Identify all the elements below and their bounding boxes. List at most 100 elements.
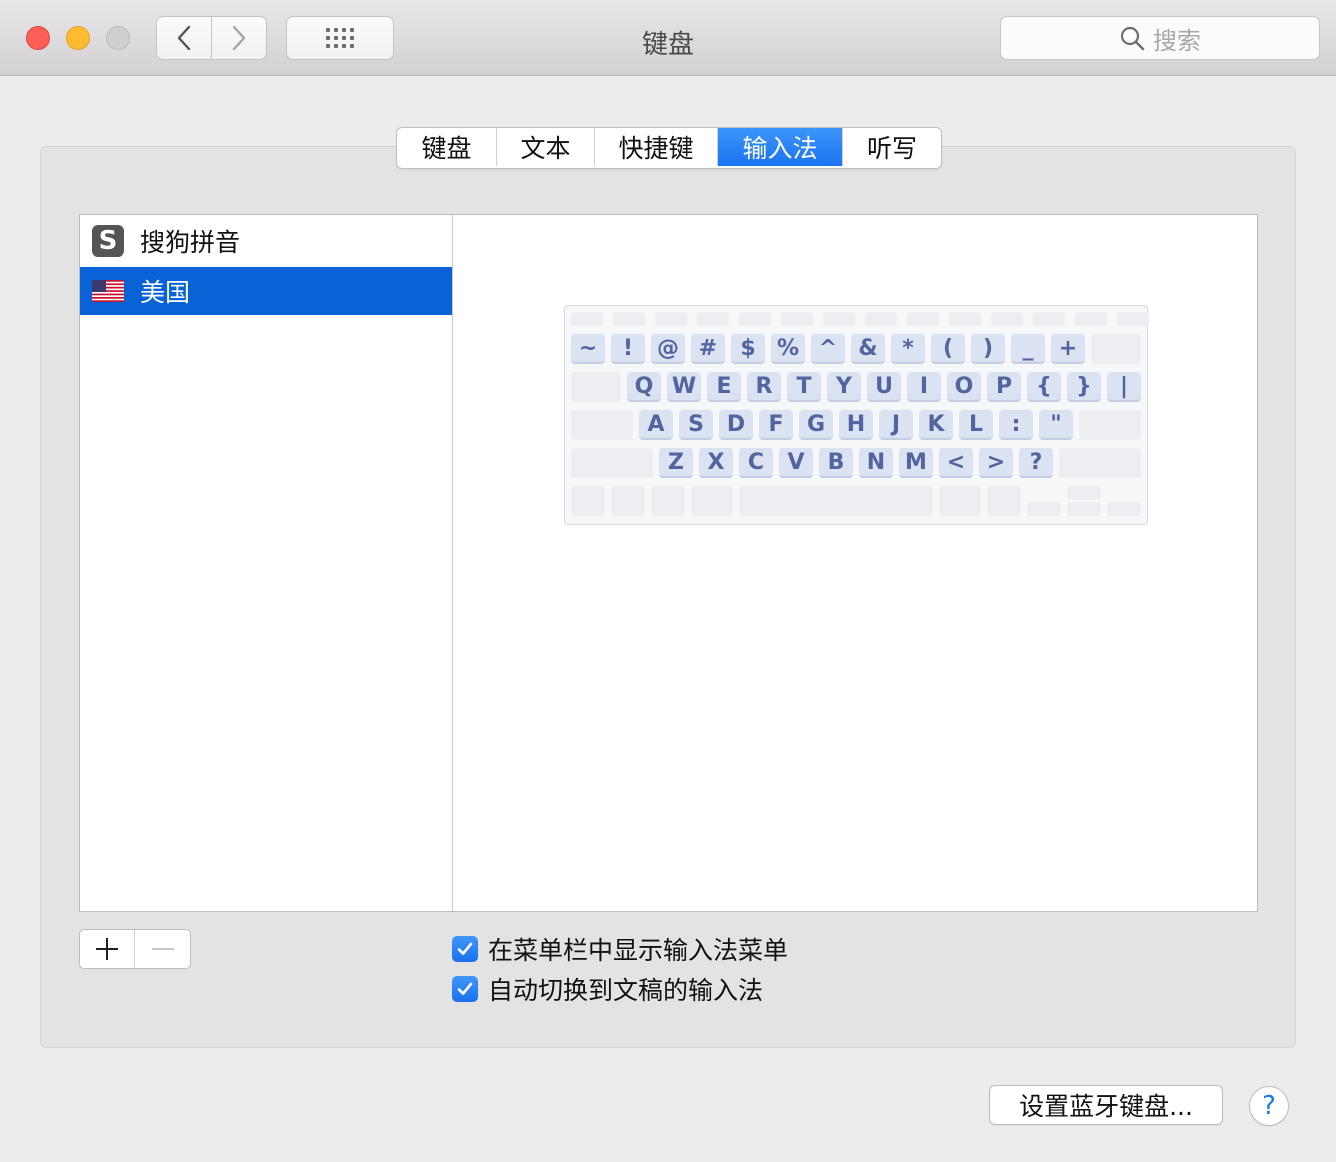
checkmark-icon <box>457 942 473 955</box>
keyboard-key: _ <box>1011 334 1045 364</box>
keyboard-key: U <box>867 372 901 402</box>
help-button[interactable]: ? <box>1249 1086 1289 1126</box>
auto-switch-checkbox[interactable] <box>452 976 478 1002</box>
input-sources-box: S 搜狗拼音 美国 ~! @ # $% ^ & *() _ + Q W E R T Y U I O P{} | <box>79 214 1258 912</box>
keyboard-key: L <box>959 410 993 440</box>
keyboard-key: O <box>947 372 981 402</box>
keyboard-function-key <box>781 312 813 326</box>
keyboard-key-blank <box>571 372 621 402</box>
keyboard-key-blank <box>1091 334 1141 364</box>
input-source-item-us[interactable]: 美国 <box>80 267 452 315</box>
keyboard-key-blank <box>611 486 645 516</box>
keyboard-key: $ <box>731 334 765 364</box>
tab-text[interactable]: 文本 <box>497 128 595 166</box>
keyboard-key: B <box>819 448 853 478</box>
keyboard-function-key <box>613 312 645 326</box>
remove-input-source-button[interactable] <box>135 930 190 968</box>
keyboard-key-blank <box>939 486 981 516</box>
input-source-label: 美国 <box>140 278 191 307</box>
input-source-list: S 搜狗拼音 美国 <box>80 215 453 911</box>
keyboard-key: W <box>667 372 701 402</box>
keyboard-arrow-key <box>1107 502 1141 516</box>
keyboard-key: P <box>987 372 1021 402</box>
keyboard-key: I <box>907 372 941 402</box>
keyboard-function-key <box>1033 312 1065 326</box>
keyboard-key: G <box>799 410 833 440</box>
keyboard-key: Q <box>627 372 661 402</box>
keyboard-function-key <box>823 312 855 326</box>
keyboard-arrow-key <box>1067 486 1101 500</box>
keyboard-key: Z <box>659 448 693 478</box>
input-source-label: 搜狗拼音 <box>140 228 241 257</box>
keyboard-key-blank <box>651 486 685 516</box>
tab-bar: 键盘 文本 快捷键 输入法 听写 <box>396 127 942 169</box>
sogou-icon: S <box>92 225 124 257</box>
keyboard-function-key <box>865 312 897 326</box>
search-placeholder: 搜索 <box>1153 26 1201 55</box>
keyboard-key: M <box>899 448 933 478</box>
keyboard-key: } <box>1067 372 1101 402</box>
show-input-menu-checkbox[interactable] <box>452 936 478 962</box>
keyboard-arrow-key <box>1067 502 1101 516</box>
keyboard-key-blank <box>691 486 733 516</box>
keyboard-function-key <box>739 312 771 326</box>
show-input-menu-label: 在菜单栏中显示输入法菜单 <box>488 936 789 965</box>
show-input-menu-option[interactable]: 在菜单栏中显示输入法菜单 <box>452 934 789 965</box>
keyboard-key: @ <box>651 334 685 364</box>
keyboard-key: E <box>707 372 741 402</box>
keyboard-key-blank <box>1079 410 1141 440</box>
keyboard-key: : <box>999 410 1033 440</box>
search-icon <box>1120 26 1145 51</box>
keyboard-function-key <box>655 312 687 326</box>
input-source-item-sogou[interactable]: S 搜狗拼音 <box>80 217 452 265</box>
keyboard-key: ~ <box>571 334 605 364</box>
setup-bluetooth-keyboard-button[interactable]: 设置蓝牙键盘... <box>989 1085 1223 1125</box>
keyboard-function-key <box>1117 312 1149 326</box>
keyboard-key: # <box>691 334 725 364</box>
keyboard-key: T <box>787 372 821 402</box>
keyboard-key: ( <box>931 334 965 364</box>
keyboard-key: ? <box>1019 448 1053 478</box>
tab-dictation[interactable]: 听写 <box>843 128 941 166</box>
keyboard-key: Y <box>827 372 861 402</box>
tab-shortcuts[interactable]: 快捷键 <box>595 128 718 166</box>
keyboard-key: J <box>879 410 913 440</box>
keyboard-key-blank <box>987 486 1021 516</box>
add-input-source-button[interactable] <box>80 930 136 968</box>
keyboard-key: { <box>1027 372 1061 402</box>
keyboard-key: > <box>979 448 1013 478</box>
keyboard-key: X <box>699 448 733 478</box>
keyboard-key-blank <box>571 486 605 516</box>
keyboard-key: + <box>1051 334 1085 364</box>
auto-switch-option[interactable]: 自动切换到文稿的输入法 <box>452 974 764 1005</box>
keyboard-function-key <box>949 312 981 326</box>
tab-keyboard[interactable]: 键盘 <box>397 128 497 166</box>
keyboard-layout-preview: ~! @ # $% ^ & *() _ + Q W E R T Y U I O P{} | A S D F G H J K L: " Z X C… <box>564 305 1149 525</box>
title-bar: 键盘 搜索 <box>0 0 1336 76</box>
plus-icon <box>96 938 118 960</box>
keyboard-key: | <box>1107 372 1141 402</box>
keyboard-key: % <box>771 334 805 364</box>
keyboard-key: C <box>739 448 773 478</box>
keyboard-key-blank <box>571 410 633 440</box>
keyboard-key: N <box>859 448 893 478</box>
add-remove-control <box>79 929 191 969</box>
keyboard-function-key <box>1075 312 1107 326</box>
keyboard-key: F <box>759 410 793 440</box>
keyboard-key-blank <box>1059 448 1141 478</box>
auto-switch-label: 自动切换到文稿的输入法 <box>488 976 764 1005</box>
keyboard-key: & <box>851 334 885 364</box>
search-field[interactable]: 搜索 <box>1000 16 1320 60</box>
keyboard-key: * <box>891 334 925 364</box>
keyboard-key: ^ <box>811 334 845 364</box>
keyboard-key: R <box>747 372 781 402</box>
keyboard-key: ! <box>611 334 645 364</box>
keyboard-key: H <box>839 410 873 440</box>
keyboard-key: K <box>919 410 953 440</box>
keyboard-key: D <box>719 410 753 440</box>
us-flag-icon <box>92 280 124 302</box>
keyboard-key: V <box>779 448 813 478</box>
keyboard-key: S <box>679 410 713 440</box>
keyboard-key-blank <box>571 448 653 478</box>
tab-input-sources[interactable]: 输入法 <box>718 128 843 166</box>
